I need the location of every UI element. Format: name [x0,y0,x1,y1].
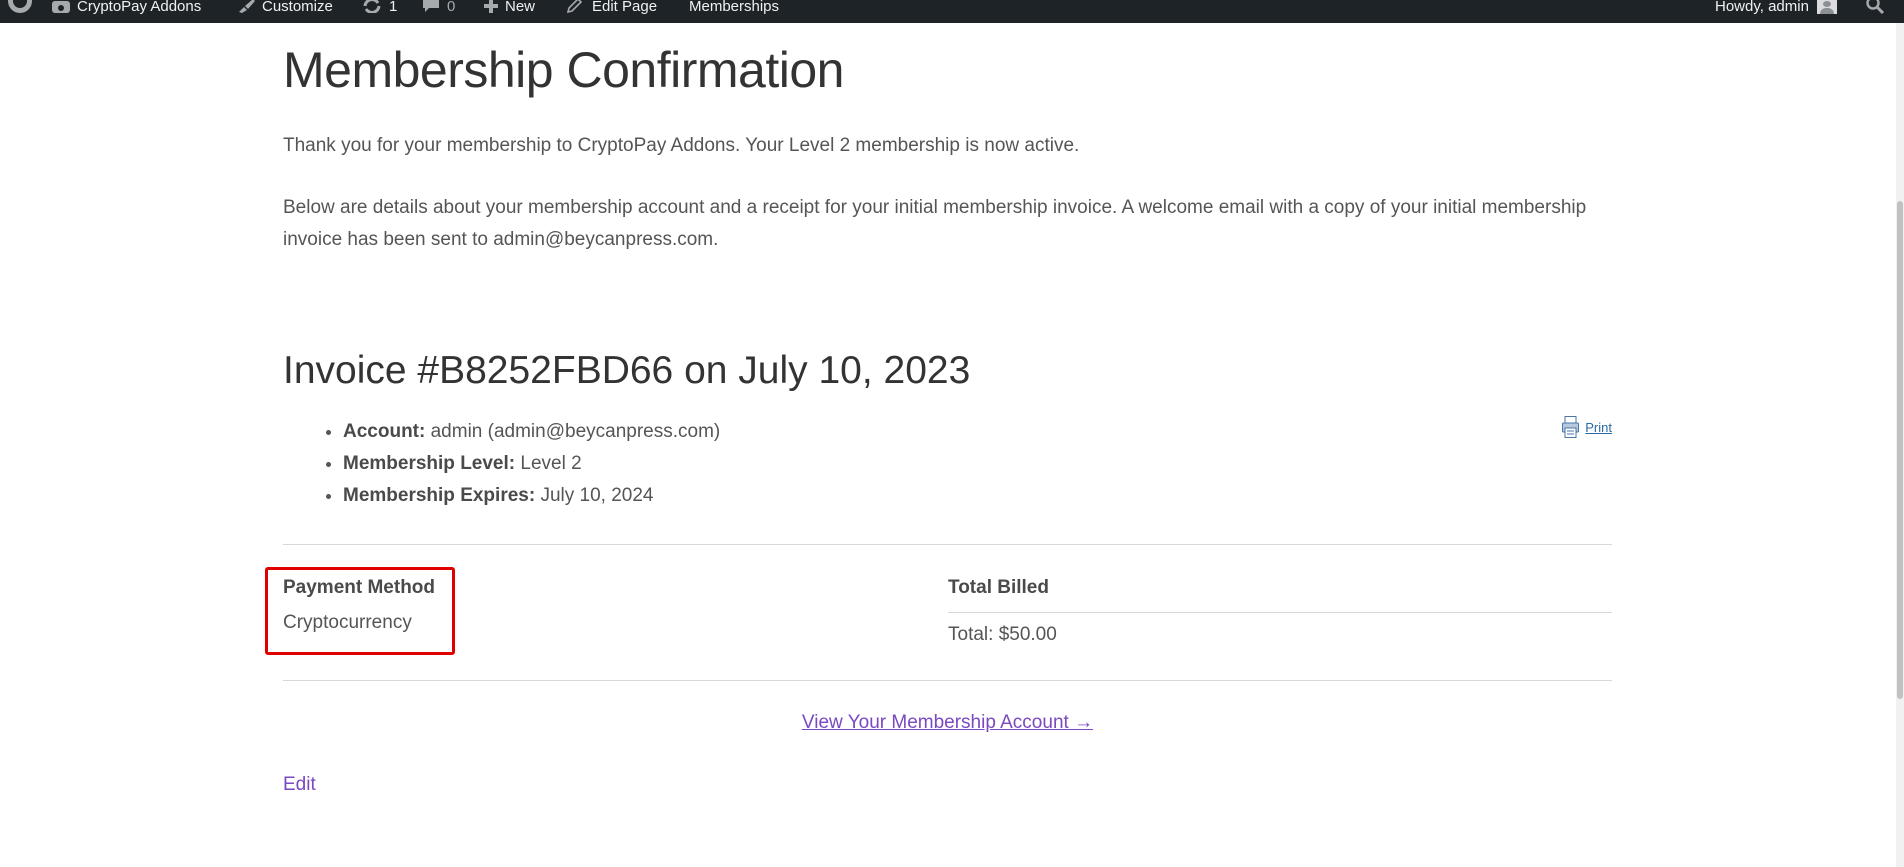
scrollbar-thumb[interactable] [1897,201,1903,699]
updates-icon [362,0,382,16]
membership-expires-value: July 10, 2024 [535,485,654,506]
total-billed-value: Total: $50.00 [948,624,1057,645]
new-content-menu[interactable]: New [484,0,535,14]
list-item: Account: admin (admin@beycanpress.com) [343,416,720,448]
wordpress-logo-icon[interactable] [8,0,32,14]
site-name-menu[interactable]: CryptoPay Addons [52,0,201,14]
avatar [1816,0,1837,14]
invoice-title: Invoice #B8252FBD66 on July 10, 2023 [283,349,971,392]
edit-page-label: Edit Page [592,0,658,15]
total-billed-heading: Total Billed [948,577,1049,598]
membership-level-label: Membership Level: [343,453,516,474]
search-icon[interactable] [1866,0,1886,14]
new-label: New [505,0,536,15]
dashboard-icon [52,0,70,16]
membership-expires-label: Membership Expires: [343,485,536,506]
customize-link[interactable]: Customize [237,0,333,14]
printer-icon [1562,416,1580,438]
edit-page-link[interactable]: Edit Page [566,0,658,16]
divider [283,544,1612,545]
page-scrollbar[interactable] [1896,23,1904,867]
comment-icon [422,0,440,16]
view-membership-account-link[interactable]: View Your Membership Account → [283,712,1612,734]
print-link[interactable]: Print [1562,416,1612,438]
account-value: admin (admin@beycanpress.com) [425,421,721,442]
invoice-details-list: Account: admin (admin@beycanpress.com) M… [283,416,720,512]
howdy-label: Howdy, admin [1715,0,1809,15]
customize-label: Customize [262,0,333,15]
details-message: Below are details about your membership … [283,197,1587,250]
pencil-icon [566,0,585,16]
comments-link[interactable]: 0 [422,0,455,14]
confirmation-message: Thank you for your membership to CryptoP… [283,135,1080,156]
page-title: Membership Confirmation [283,42,844,98]
highlight-box [265,567,455,655]
divider [283,680,1612,681]
comments-count: 0 [447,0,456,15]
memberships-label: Memberships [689,0,780,15]
plus-icon [484,0,498,16]
print-label: Print [1585,419,1612,435]
my-account-menu[interactable]: Howdy, admin [1715,0,1837,14]
account-label: Account: [343,421,426,442]
updates-count: 1 [389,0,398,15]
list-item: Membership Expires: July 10, 2024 [343,480,720,512]
membership-level-value: Level 2 [515,453,582,474]
divider [948,612,1612,613]
admin-bar: CryptoPay Addons Customize 1 0 New Edit … [0,0,1904,23]
brush-icon [237,0,255,16]
updates-link[interactable]: 1 [362,0,397,14]
site-name-label: CryptoPay Addons [77,0,202,15]
list-item: Membership Level: Level 2 [343,448,720,480]
memberships-menu[interactable]: Memberships [689,0,779,14]
edit-link[interactable]: Edit [283,774,316,796]
